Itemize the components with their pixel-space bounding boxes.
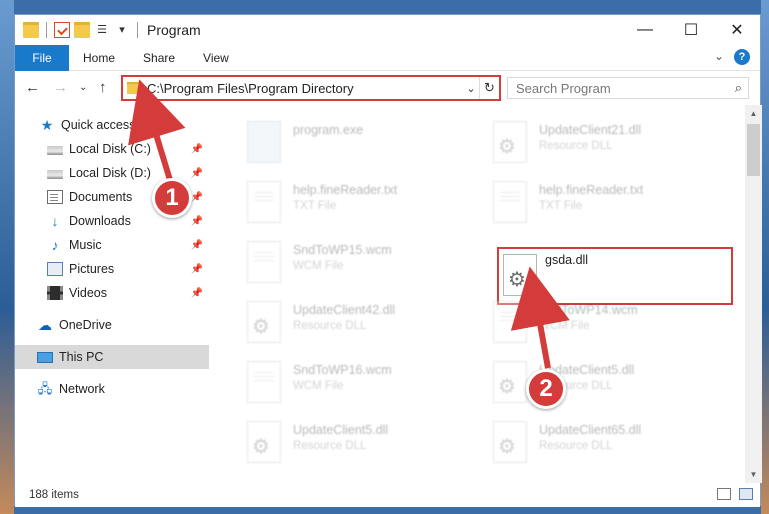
annotation-arrows — [128, 79, 570, 369]
arrow-1 — [128, 79, 186, 181]
step-2-callout: 2 — [526, 369, 566, 409]
step-1-callout: 1 — [152, 178, 192, 218]
arrow-2 — [510, 266, 570, 369]
